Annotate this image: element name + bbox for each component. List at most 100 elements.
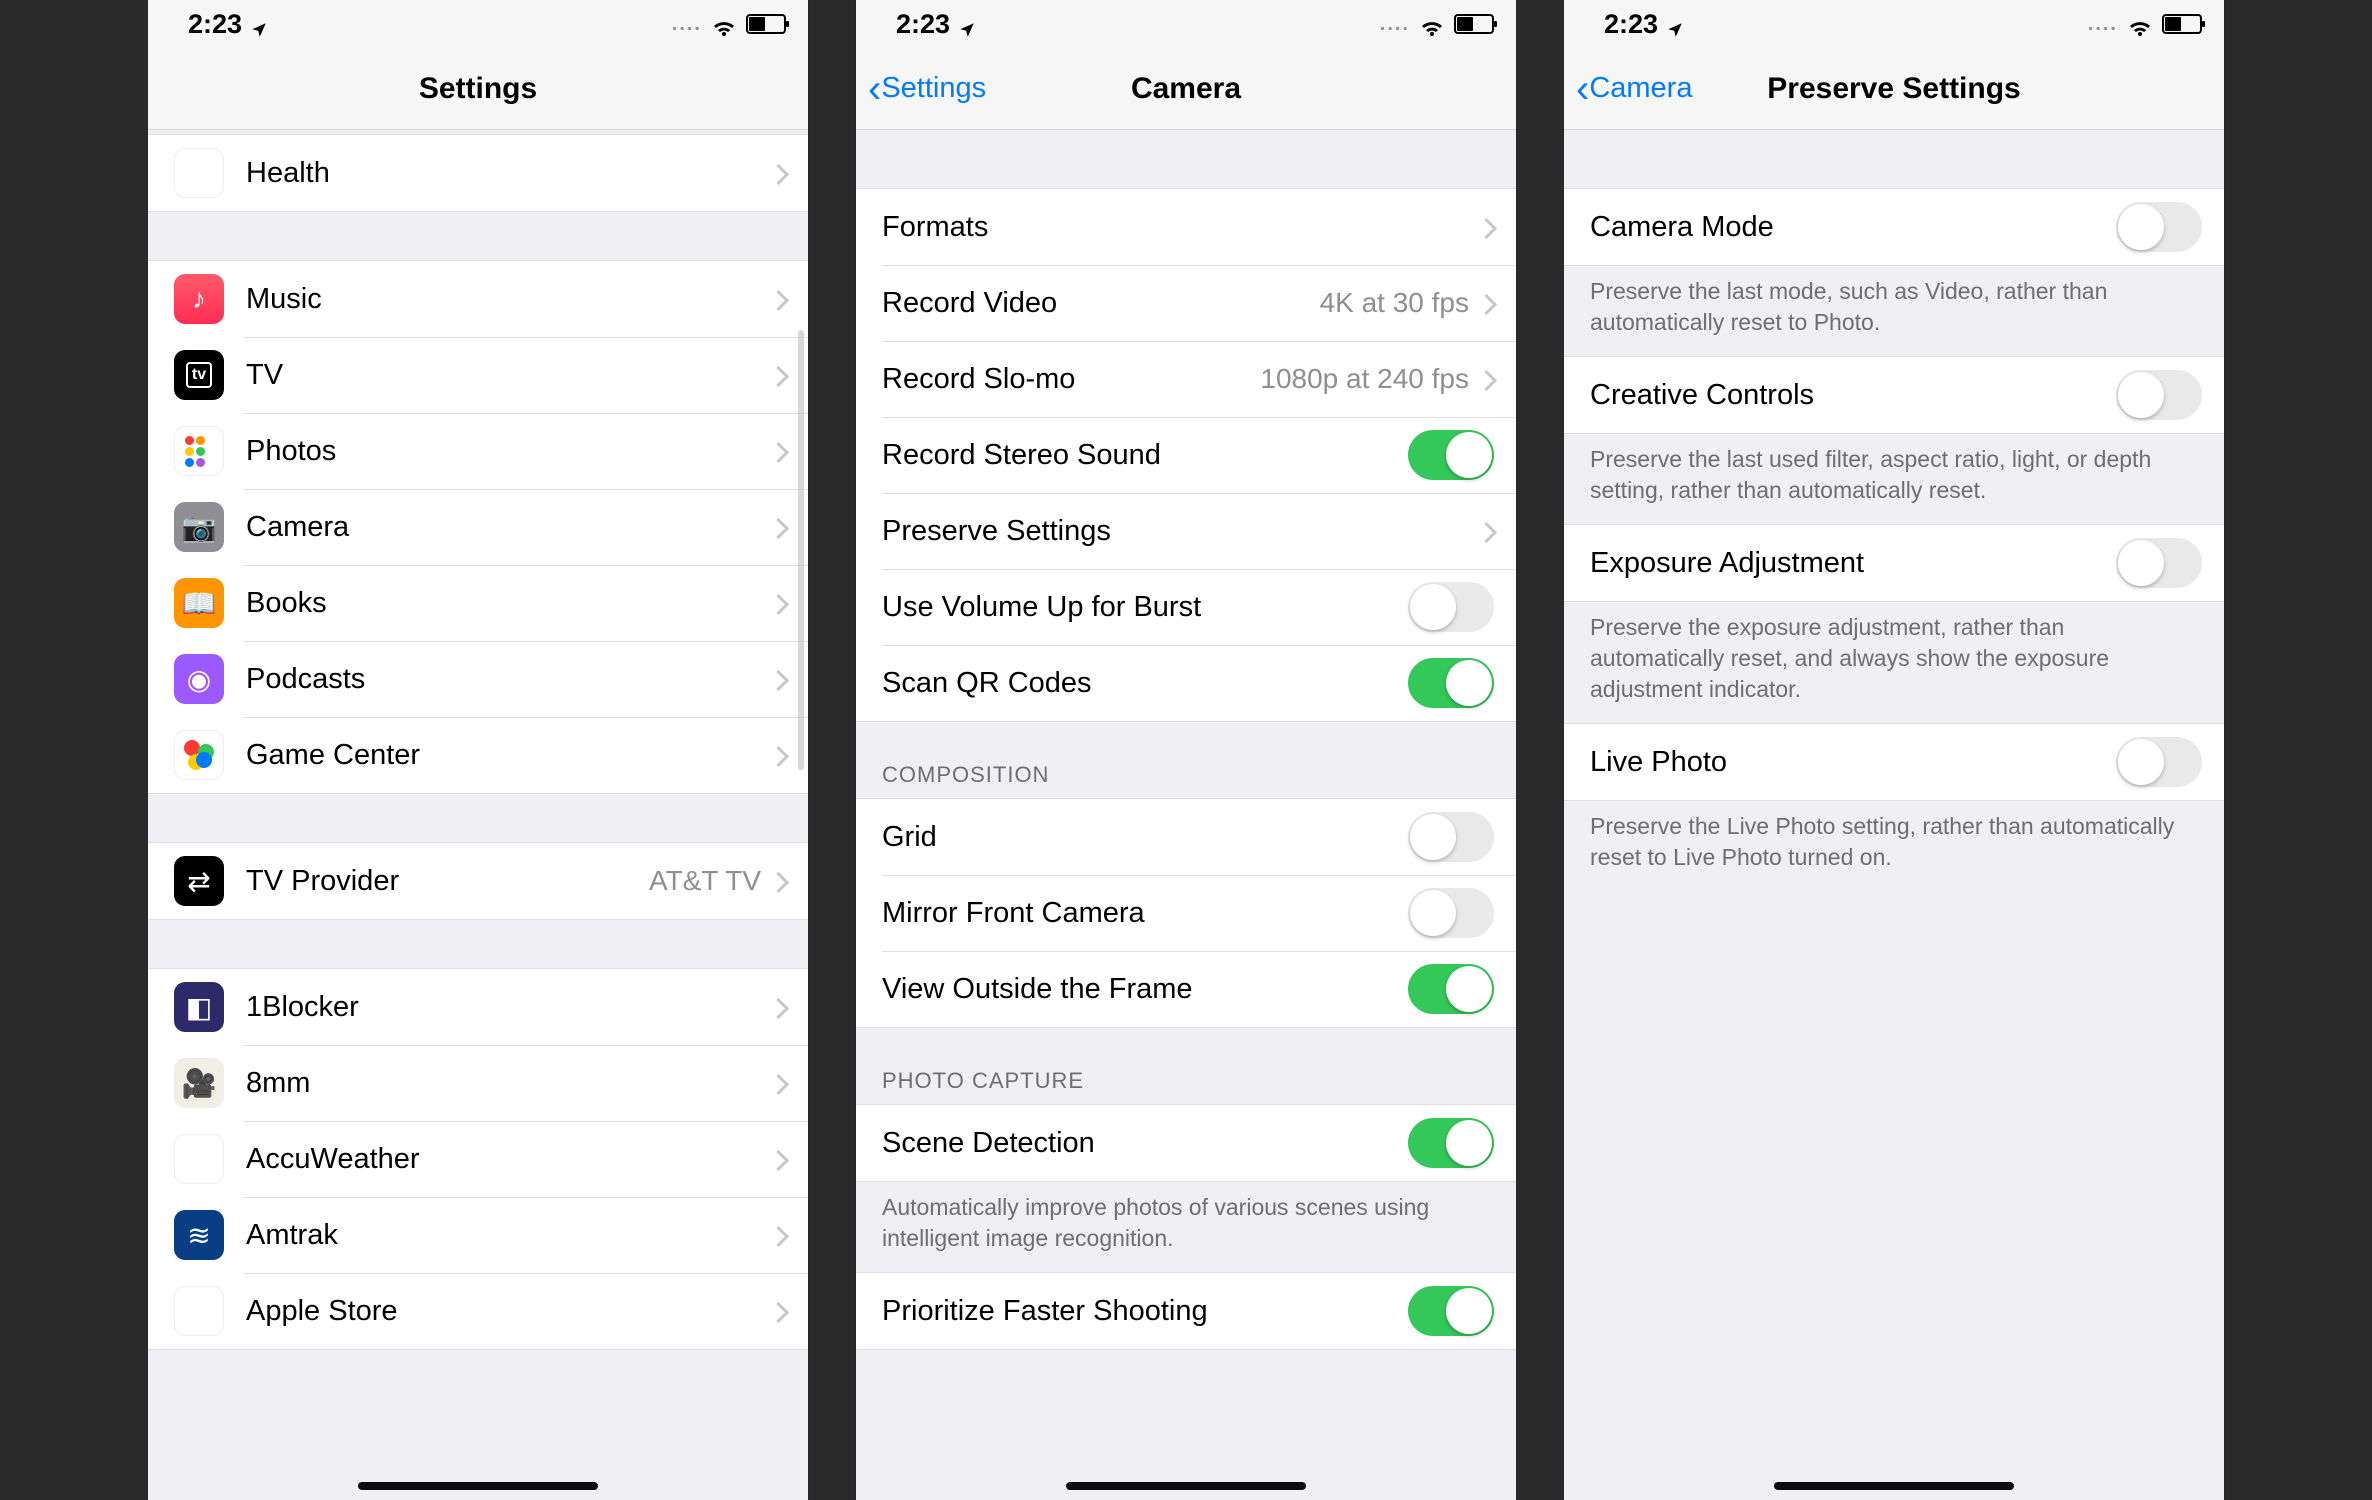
chevron-right-icon (771, 1067, 786, 1099)
tv-icon: tv (174, 350, 224, 400)
cell-tvprovider[interactable]: ⇄ TV Provider AT&T TV (148, 843, 808, 919)
creative-controls-switch[interactable] (2116, 370, 2202, 420)
applestore-icon: 🛍 (174, 1286, 224, 1336)
accuweather-icon: ☀ (174, 1134, 224, 1184)
cell-camera-mode[interactable]: Camera Mode (1564, 189, 2224, 265)
scene-detection-label: Scene Detection (882, 1127, 1408, 1160)
cell-gamecenter[interactable]: Game Center (148, 717, 808, 793)
home-indicator[interactable] (358, 1482, 598, 1490)
scan-qr-switch[interactable] (1408, 658, 1494, 708)
cell-faster-shooting[interactable]: Prioritize Faster Shooting (856, 1273, 1516, 1349)
chevron-right-icon (771, 587, 786, 619)
applestore-label: Apple Store (246, 1295, 771, 1328)
cell-grid[interactable]: Grid (856, 799, 1516, 875)
section-group-2: Exposure Adjustment (1564, 524, 2224, 602)
1blocker-icon: ◧ (174, 982, 224, 1032)
cell-tv[interactable]: tv TV (148, 337, 808, 413)
mirror-front-label: Mirror Front Camera (882, 897, 1408, 930)
live-photo-switch[interactable] (2116, 737, 2202, 787)
volume-burst-switch[interactable] (1408, 582, 1494, 632)
view-outside-switch[interactable] (1408, 964, 1494, 1014)
home-indicator[interactable] (1066, 1482, 1306, 1490)
nav-bar: Settings (148, 48, 808, 130)
section-group-0: Formats Record Video 4K at 30 fps Record… (856, 188, 1516, 722)
8mm-icon: 🎥 (174, 1058, 224, 1108)
cell-record-video[interactable]: Record Video 4K at 30 fps (856, 265, 1516, 341)
tvprovider-label: TV Provider (246, 865, 649, 898)
section-header-1: COMPOSITION (856, 722, 1516, 798)
grid-switch[interactable] (1408, 812, 1494, 862)
live-photo-label: Live Photo (1590, 746, 2116, 779)
record-video-label: Record Video (882, 287, 1320, 320)
chevron-right-icon (771, 663, 786, 695)
home-indicator[interactable] (1774, 1482, 2014, 1490)
nav-back-label: Settings (881, 72, 986, 105)
battery-icon (746, 14, 786, 34)
scene-detection-switch[interactable] (1408, 1118, 1494, 1168)
chevron-right-icon (771, 511, 786, 543)
cell-photos[interactable]: Photos (148, 413, 808, 489)
formats-label: Formats (882, 211, 1479, 244)
chevron-right-icon (771, 283, 786, 315)
mirror-front-switch[interactable] (1408, 888, 1494, 938)
cell-music[interactable]: ♪ Music (148, 261, 808, 337)
cell-exposure-adjustment[interactable]: Exposure Adjustment (1564, 525, 2224, 601)
status-right: .... (1380, 13, 1494, 36)
settings-content[interactable]: ♥ Health ♪ Music tv TV Photos 📷 Camera 📖… (148, 130, 808, 1500)
location-icon (1666, 15, 1684, 33)
faster-shooting-switch[interactable] (1408, 1286, 1494, 1336)
location-icon (250, 15, 268, 33)
faster-shooting-label: Prioritize Faster Shooting (882, 1295, 1408, 1328)
preserve-settings-content[interactable]: Camera Mode Preserve the last mode, such… (1564, 130, 2224, 1500)
cell-8mm[interactable]: 🎥 8mm (148, 1045, 808, 1121)
cell-scene-detection[interactable]: Scene Detection (856, 1105, 1516, 1181)
nav-title: Camera (1131, 72, 1241, 106)
location-icon (958, 15, 976, 33)
cell-camera[interactable]: 📷 Camera (148, 489, 808, 565)
scan-qr-label: Scan QR Codes (882, 667, 1408, 700)
cell-record-slomo[interactable]: Record Slo-mo 1080p at 240 fps (856, 341, 1516, 417)
cell-health[interactable]: ♥ Health (148, 135, 808, 211)
accuweather-label: AccuWeather (246, 1143, 771, 1176)
cell-applestore[interactable]: 🛍 Apple Store (148, 1273, 808, 1349)
chevron-right-icon (1479, 287, 1494, 319)
cell-books[interactable]: 📖 Books (148, 565, 808, 641)
amtrak-label: Amtrak (246, 1219, 771, 1252)
cell-1blocker[interactable]: ◧ 1Blocker (148, 969, 808, 1045)
section-group-2: Scene Detection (856, 1104, 1516, 1182)
nav-back-button[interactable]: ‹ Camera (1576, 48, 1692, 129)
amtrak-icon: ≋ (174, 1210, 224, 1260)
nav-title: Settings (419, 72, 537, 106)
status-bar: 2:23 .... (856, 0, 1516, 48)
exposure-adjustment-label: Exposure Adjustment (1590, 547, 2116, 580)
nav-back-button[interactable]: ‹ Settings (868, 48, 986, 129)
cell-preserve-settings[interactable]: Preserve Settings (856, 493, 1516, 569)
cell-view-outside[interactable]: View Outside the Frame (856, 951, 1516, 1027)
8mm-label: 8mm (246, 1067, 771, 1100)
nav-title: Preserve Settings (1767, 72, 2020, 106)
panel-camera: 2:23 .... ‹ Settings Camera Formats (856, 0, 1516, 1500)
camera-mode-switch[interactable] (2116, 202, 2202, 252)
podcasts-label: Podcasts (246, 663, 771, 696)
cell-podcasts[interactable]: ◉ Podcasts (148, 641, 808, 717)
status-time: 2:23 (188, 9, 268, 40)
settings-group-1: ♪ Music tv TV Photos 📷 Camera 📖 Books ◉ … (148, 260, 808, 794)
cell-scan-qr[interactable]: Scan QR Codes (856, 645, 1516, 721)
chevron-right-icon (771, 1143, 786, 1175)
camera-icon: 📷 (174, 502, 224, 552)
settings-group-2: ⇄ TV Provider AT&T TV (148, 842, 808, 920)
cell-mirror-front[interactable]: Mirror Front Camera (856, 875, 1516, 951)
settings-group-0: ♥ Health (148, 134, 808, 212)
cell-accuweather[interactable]: ☀ AccuWeather (148, 1121, 808, 1197)
cell-stereo-sound[interactable]: Record Stereo Sound (856, 417, 1516, 493)
cell-creative-controls[interactable]: Creative Controls (1564, 357, 2224, 433)
music-label: Music (246, 283, 771, 316)
stereo-sound-switch[interactable] (1408, 430, 1494, 480)
camera-label: Camera (246, 511, 771, 544)
exposure-adjustment-switch[interactable] (2116, 538, 2202, 588)
cell-volume-burst[interactable]: Use Volume Up for Burst (856, 569, 1516, 645)
cell-live-photo[interactable]: Live Photo (1564, 724, 2224, 800)
camera-content[interactable]: Formats Record Video 4K at 30 fps Record… (856, 130, 1516, 1500)
cell-formats[interactable]: Formats (856, 189, 1516, 265)
cell-amtrak[interactable]: ≋ Amtrak (148, 1197, 808, 1273)
